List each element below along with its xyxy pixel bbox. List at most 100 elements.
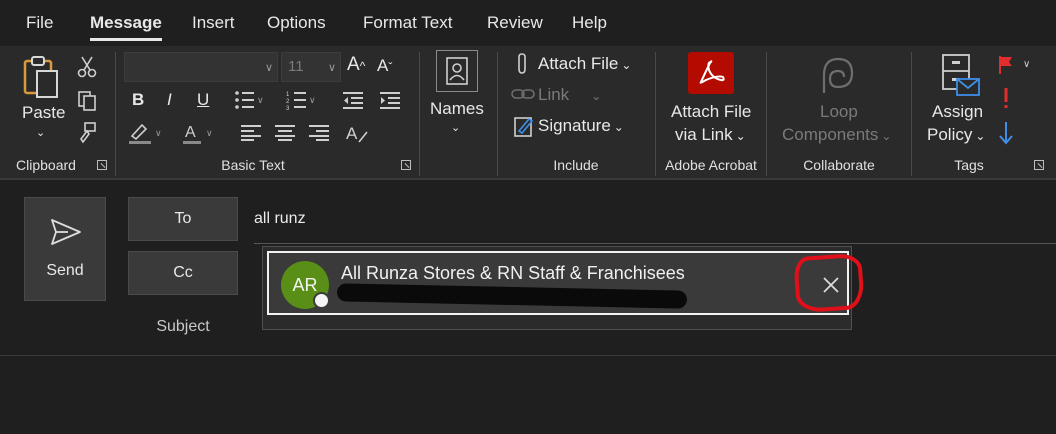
suggestion-item[interactable]: AR All Runza Stores & RN Staff & Franchi… <box>267 251 849 315</box>
loop-icon <box>814 52 860 98</box>
group-separator <box>655 52 656 176</box>
svg-text:2: 2 <box>286 99 290 105</box>
font-name-dropdown[interactable]: ∨ <box>124 52 278 82</box>
tab-message[interactable]: Message <box>90 13 162 41</box>
align-center-icon[interactable] <box>272 122 298 144</box>
paste-button[interactable]: Paste <box>22 103 65 123</box>
group-separator <box>911 52 912 176</box>
paste-dropdown-chevron-icon[interactable]: ⌄ <box>36 126 45 139</box>
tab-format-text[interactable]: Format Text <box>363 13 452 33</box>
chevron-down-icon: ∨ <box>327 62 336 74</box>
red-annotation-circle <box>793 252 865 314</box>
svg-text:∨: ∨ <box>1023 59 1030 70</box>
chevron-down-icon: ⌄ <box>613 120 624 134</box>
clipboard-launcher-icon[interactable] <box>97 160 107 170</box>
contact-name: All Runza Stores & RN Staff & Franchisee… <box>341 263 685 283</box>
chevron-down-icon: ⌄ <box>591 89 602 103</box>
align-right-icon[interactable] <box>306 122 332 144</box>
bold-icon[interactable]: B <box>132 90 144 110</box>
italic-icon[interactable]: I <box>167 90 172 110</box>
group-separator <box>497 52 498 176</box>
styles-icon[interactable]: A <box>344 120 372 146</box>
decrease-indent-icon[interactable] <box>342 88 364 112</box>
low-importance-icon[interactable] <box>996 120 1016 146</box>
attach-file-button[interactable]: Attach File ⌄ <box>538 54 631 74</box>
adobe-attach-file-line1[interactable]: Attach File <box>671 102 751 122</box>
send-button[interactable]: Send <box>24 197 106 301</box>
ribbon-tab-bar: File Message Insert Options Format Text … <box>0 0 1056 46</box>
attach-file-label: Attach File <box>538 54 619 73</box>
link-icon <box>510 84 536 104</box>
svg-text:1: 1 <box>286 92 290 98</box>
highlight-icon[interactable]: ∨ <box>126 120 164 146</box>
adobe-acrobat-group-label: Adobe Acrobat <box>665 157 757 173</box>
svg-text:∨: ∨ <box>257 95 264 105</box>
bullets-icon[interactable]: ∨ <box>232 88 266 112</box>
svg-text:A: A <box>346 124 358 143</box>
signature-icon <box>512 114 536 138</box>
font-size-dropdown[interactable]: 11 ∨ <box>281 52 341 82</box>
chevron-down-icon: ⌄ <box>881 129 892 143</box>
adobe-acrobat-icon[interactable] <box>688 52 734 94</box>
include-group-label: Include <box>553 157 599 173</box>
to-button[interactable]: To <box>128 197 238 241</box>
underline-icon[interactable]: U <box>197 90 209 110</box>
copy-icon[interactable] <box>74 88 100 114</box>
cut-icon[interactable] <box>74 54 100 80</box>
cc-button[interactable]: Cc <box>128 251 238 295</box>
group-separator <box>419 52 420 176</box>
autocomplete-dropdown: AR All Runza Stores & RN Staff & Franchi… <box>262 246 852 330</box>
ribbon-border <box>0 178 1056 180</box>
assign-policy-icon <box>936 52 984 98</box>
tab-help[interactable]: Help <box>572 13 607 33</box>
signature-button[interactable]: Signature ⌄ <box>538 116 624 136</box>
tab-file[interactable]: File <box>26 13 53 33</box>
font-size-value: 11 <box>288 58 304 75</box>
increase-indent-icon[interactable] <box>378 88 402 112</box>
svg-text:∨: ∨ <box>309 95 316 105</box>
basic-text-launcher-icon[interactable] <box>401 160 411 170</box>
collaborate-group-label: Collaborate <box>803 157 875 173</box>
svg-text:∨: ∨ <box>206 128 213 138</box>
loop-components-button[interactable]: Components ⌄ <box>782 125 891 145</box>
tags-launcher-icon[interactable] <box>1034 160 1044 170</box>
svg-text:A: A <box>185 124 196 141</box>
chevron-down-icon: ⌄ <box>735 129 746 143</box>
high-importance-icon[interactable] <box>996 86 1016 110</box>
group-separator <box>766 52 767 176</box>
chevron-down-icon: ⌄ <box>975 129 986 143</box>
link-button[interactable]: Link ⌄ <box>538 85 601 105</box>
numbering-icon[interactable]: 1 2 3 ∨ <box>284 88 318 112</box>
font-color-icon[interactable]: A ∨ <box>180 120 216 146</box>
flag-icon[interactable]: ∨ <box>996 54 1034 76</box>
grow-font-icon[interactable]: A^ <box>347 54 365 76</box>
redacted-email <box>336 283 688 309</box>
adobe-attach-via-link-button[interactable]: via Link ⌄ <box>675 125 746 145</box>
names-icon[interactable] <box>436 50 478 92</box>
loop-components-line2: Components <box>782 125 879 144</box>
send-icon <box>51 219 81 245</box>
svg-text:∨: ∨ <box>155 128 162 138</box>
loop-components-line1[interactable]: Loop <box>820 102 858 122</box>
assign-policy-line2: Policy <box>927 125 973 144</box>
assign-policy-button[interactable]: Policy ⌄ <box>927 125 985 145</box>
shrink-font-icon[interactable]: Aˇ <box>377 56 392 76</box>
chevron-down-icon: ∨ <box>264 62 273 74</box>
paste-icon[interactable] <box>18 54 64 100</box>
clipboard-group-label: Clipboard <box>16 157 76 173</box>
group-separator <box>115 52 116 176</box>
tab-insert[interactable]: Insert <box>192 13 235 33</box>
format-painter-icon[interactable] <box>74 120 100 146</box>
svg-text:3: 3 <box>286 106 290 110</box>
names-button[interactable]: Names <box>430 99 484 119</box>
ribbon: Paste ⌄ Clipboard ∨ 11 ∨ A^ Aˇ B I U ∨ 1… <box>0 46 1056 178</box>
adobe-attach-file-line2: via Link <box>675 125 733 144</box>
tab-options[interactable]: Options <box>267 13 326 33</box>
link-label: Link <box>538 85 570 104</box>
chevron-down-icon[interactable]: ⌄ <box>451 121 460 134</box>
to-field[interactable]: all runz <box>254 205 1054 235</box>
align-left-icon[interactable] <box>238 122 264 144</box>
chevron-down-icon: ⌄ <box>621 58 632 72</box>
tab-review[interactable]: Review <box>487 13 543 33</box>
assign-policy-line1[interactable]: Assign <box>932 102 983 122</box>
